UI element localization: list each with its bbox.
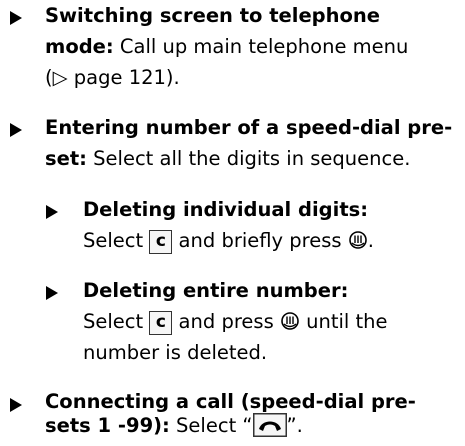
bullet-arrow-icon [10,11,22,25]
step-body: and press [172,310,280,333]
step-line: Select c and briefly press . [83,225,374,259]
bullet-arrow-icon [46,205,58,219]
step-body: Select [83,310,150,333]
step-title-cont: set: [45,147,87,170]
step-title: Deleting entire number: [83,279,349,302]
rotary-press-knob-icon [348,228,368,259]
step-line: number is deleted. [83,337,267,368]
step-line: set: Select all the digits in sequence. [45,143,410,174]
c-key-button[interactable]: c [149,311,173,335]
step-body: Select “ [169,414,253,437]
bullet-arrow-icon [46,286,58,300]
page-reference-link[interactable]: (▷ page 121) [45,66,174,89]
step-line: (▷ page 121). [45,62,180,93]
period: . [173,66,180,89]
step-line: Deleting entire number: [83,275,348,306]
step-title-cont: sets 1 -99): [45,414,170,437]
step-title: Switching screen to telephone [45,4,381,27]
step-body: Select all the digits in sequence. [86,147,411,170]
step-line: sets 1 -99): Select “ ”. [45,410,303,446]
period: . [367,229,374,252]
step-line: Switching screen to telephone [45,0,380,31]
rotary-press-knob-icon [280,309,300,340]
step-body: Select [83,229,150,252]
bullet-arrow-icon [10,398,22,412]
step-line: Entering number of a speed-dial pre- [45,112,452,143]
telephone-handset-icon[interactable] [252,413,287,446]
step-body: until the [299,310,388,333]
step-body: number is deleted. [83,341,268,364]
step-line: mode: Call up main telephone menu [45,31,408,62]
step-line: Deleting individual digits: [83,194,368,225]
step-line: Select c and press until the [83,306,388,340]
step-title: Deleting individual digits: [83,198,369,221]
c-key-button[interactable]: c [149,230,173,254]
bullet-arrow-icon [10,123,22,137]
step-title-cont: mode: [45,35,114,58]
step-body: and briefly press [172,229,348,252]
step-body: ”. [286,414,303,437]
step-body: Call up main telephone menu [113,35,409,58]
step-title: Entering number of a speed-dial pre- [45,116,453,139]
